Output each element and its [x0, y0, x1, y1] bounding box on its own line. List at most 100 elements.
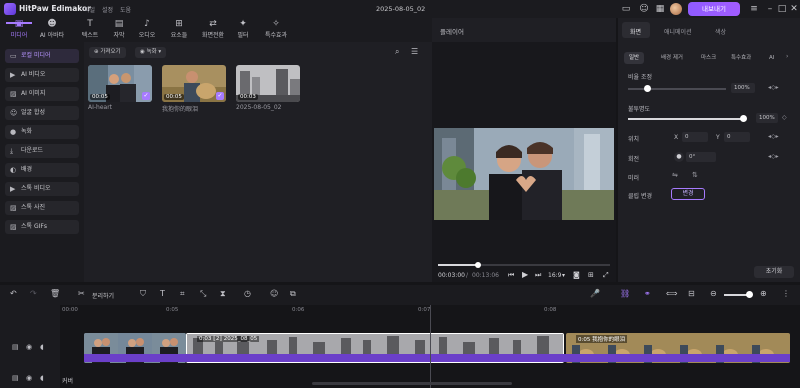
export-button[interactable]: 내보내기 — [688, 2, 740, 16]
shield-icon[interactable]: ⛉ — [140, 289, 146, 299]
tab-ai-avatar[interactable]: ☻ AI 아바타 — [36, 18, 68, 42]
sidebar-item-stock-gif[interactable]: ▨ 스톡 GIFs — [5, 220, 79, 234]
scale-value-field[interactable]: 100% — [731, 83, 755, 93]
subtab-effects[interactable]: 특수효과 — [726, 52, 756, 64]
mirror-tool-icon[interactable]: ⧗ — [220, 289, 226, 299]
play-icon[interactable]: ▶ — [522, 270, 528, 279]
sidebar-item-stock-video[interactable]: ▶ 스톡 비디오 — [5, 182, 79, 196]
close-icon[interactable]: ✕ — [788, 3, 800, 15]
sidebar-item-ai-image[interactable]: ▨ AI 이미지 — [5, 87, 79, 101]
link-icon[interactable]: ⛓ — [620, 289, 630, 298]
tab-screen[interactable]: 화면 — [630, 27, 641, 36]
split-label[interactable]: 분리하기 — [92, 291, 114, 300]
zoom-in-icon[interactable]: ⊕ — [760, 289, 767, 298]
position-x-field[interactable]: 0 — [682, 132, 708, 142]
tab-effects[interactable]: ✧ 특수효과 — [258, 18, 294, 42]
sidebar-item-face-swap[interactable]: ☺ 얼굴 합성 — [5, 106, 79, 120]
scissors-icon[interactable]: ✂ — [78, 289, 85, 298]
tab-subtitle[interactable]: ▤ 자막 — [110, 18, 128, 42]
next-frame-icon[interactable]: ⏭ — [535, 271, 541, 280]
progress-handle[interactable] — [474, 262, 481, 268]
timeline-scrollbar[interactable] — [312, 382, 512, 385]
subtab-bg-remove[interactable]: 배경 제거 — [656, 52, 688, 64]
track-visibility-icon[interactable]: ◉ — [26, 374, 32, 382]
prev-frame-icon[interactable]: ⏮ — [508, 271, 514, 280]
keyframe-icon[interactable]: ◂◇▸ — [768, 153, 779, 160]
subtab-general[interactable]: 일반 — [624, 52, 645, 64]
keyframe-icon[interactable]: ◇ — [782, 114, 787, 121]
sidebar-item-record[interactable]: ● 녹화 — [5, 125, 79, 139]
tab-animation[interactable]: 애니메이션 — [664, 27, 692, 36]
feedback-icon[interactable]: ☺ — [638, 3, 650, 15]
search-icon[interactable]: ⌕ — [395, 47, 399, 57]
track-lock-icon[interactable]: ▤ — [12, 374, 19, 382]
magnet-icon[interactable]: ⚭ — [644, 289, 651, 298]
clip-change-button[interactable]: 변경 — [671, 188, 705, 200]
subtab-mask[interactable]: 마스크 — [696, 52, 721, 64]
speed-icon[interactable]: ◷ — [244, 289, 251, 298]
track-mute-icon[interactable]: ◖ — [40, 343, 44, 351]
tab-text[interactable]: T 텍스트 — [72, 18, 108, 42]
rotation-field[interactable]: 0° — [686, 152, 716, 162]
scale-slider-track[interactable] — [628, 88, 726, 90]
tab-transition[interactable]: ⇄ 화면전환 — [196, 18, 230, 42]
zoom-slider-handle[interactable] — [746, 291, 753, 298]
split-track-icon[interactable]: ⟺ — [666, 289, 677, 298]
maximize-icon[interactable]: □ — [776, 3, 788, 15]
position-y-field[interactable]: 0 — [724, 132, 750, 142]
fit-icon[interactable]: ⊟ — [688, 289, 695, 298]
opacity-slider-handle[interactable] — [740, 115, 747, 122]
sidebar-item-stock-photo[interactable]: ▨ 스톡 사진 — [5, 201, 79, 215]
sidebar-item-ai-video[interactable]: ▶ AI 비디오 — [5, 68, 79, 82]
list-view-icon[interactable]: ☰ — [411, 47, 418, 56]
grid-view-icon[interactable]: ⊞ — [588, 271, 594, 279]
tab-color[interactable]: 색상 — [715, 27, 726, 36]
scale-slider-handle[interactable] — [644, 85, 651, 92]
reset-button[interactable]: 초기화 — [754, 266, 794, 278]
track-mute-icon[interactable]: ◖ — [40, 374, 44, 382]
tab-elements[interactable]: ⊞ 요소들 — [164, 18, 194, 42]
microphone-icon[interactable]: 🎤 — [590, 289, 600, 298]
opacity-value-field[interactable]: 100% — [756, 113, 778, 123]
keyframe-icon[interactable]: ◂◇▸ — [768, 84, 779, 91]
media-item[interactable]: 00:05 ✓ — [88, 65, 152, 102]
track-visibility-icon[interactable]: ◉ — [26, 343, 32, 351]
cover-button[interactable]: 커버 — [62, 376, 73, 385]
grid-icon[interactable]: ▦ — [654, 3, 666, 15]
chevron-right-icon[interactable]: › — [786, 53, 788, 60]
keyframe-icon[interactable]: ◂◇▸ — [768, 133, 779, 140]
text-tool-icon[interactable]: T — [160, 289, 165, 298]
sidebar-item-background[interactable]: ◐ 배경 — [5, 163, 79, 177]
timeline-settings-icon[interactable]: ⋮ — [782, 289, 790, 298]
snapshot-icon[interactable]: ◙ — [573, 271, 580, 279]
menu-help[interactable]: 도움 — [120, 5, 131, 14]
face-icon[interactable]: ☺ — [270, 289, 278, 298]
menu-file[interactable]: 파일 — [84, 5, 95, 14]
flip-vertical-icon[interactable]: ⇅ — [692, 171, 698, 179]
sidebar-item-local-media[interactable]: ▭ 로컬 미디어 — [5, 49, 79, 63]
tab-filter[interactable]: ✦ 필터 — [232, 18, 254, 42]
rotation-dial-icon[interactable]: ● — [674, 152, 684, 162]
delete-icon[interactable]: 🗑 — [50, 289, 60, 298]
fullscreen-icon[interactable]: ⤢ — [603, 271, 609, 280]
audio-track-bar[interactable] — [84, 354, 790, 362]
menu-icon[interactable]: ≡ — [748, 3, 760, 15]
menu-settings[interactable]: 설정 — [102, 5, 113, 14]
track-lock-icon[interactable]: ▤ — [12, 343, 19, 351]
record-dropdown[interactable]: ◉ 녹화 ▾ — [135, 47, 167, 58]
sidebar-item-download[interactable]: ⤓ 다운로드 — [5, 144, 79, 158]
tab-audio[interactable]: ♪ 오디오 — [132, 18, 162, 42]
flip-horizontal-icon[interactable]: ⇋ — [672, 171, 678, 179]
redo-icon[interactable]: ↷ — [30, 289, 37, 298]
media-item[interactable]: 00:05 ✓ — [162, 65, 226, 102]
resize-icon[interactable]: ⤡ — [200, 289, 206, 299]
playhead[interactable] — [430, 305, 431, 388]
avatar[interactable] — [670, 3, 682, 15]
export-frame-icon[interactable]: ⧉ — [290, 289, 296, 299]
minimize-icon[interactable]: – — [764, 3, 776, 15]
aspect-ratio-select[interactable]: 16:9 — [548, 272, 561, 279]
media-item[interactable]: 00:03 — [236, 65, 300, 102]
subtab-ai[interactable]: AI — [764, 52, 779, 64]
zoom-out-icon[interactable]: ⊖ — [710, 289, 717, 298]
crop-icon[interactable]: ⌗ — [180, 289, 185, 299]
